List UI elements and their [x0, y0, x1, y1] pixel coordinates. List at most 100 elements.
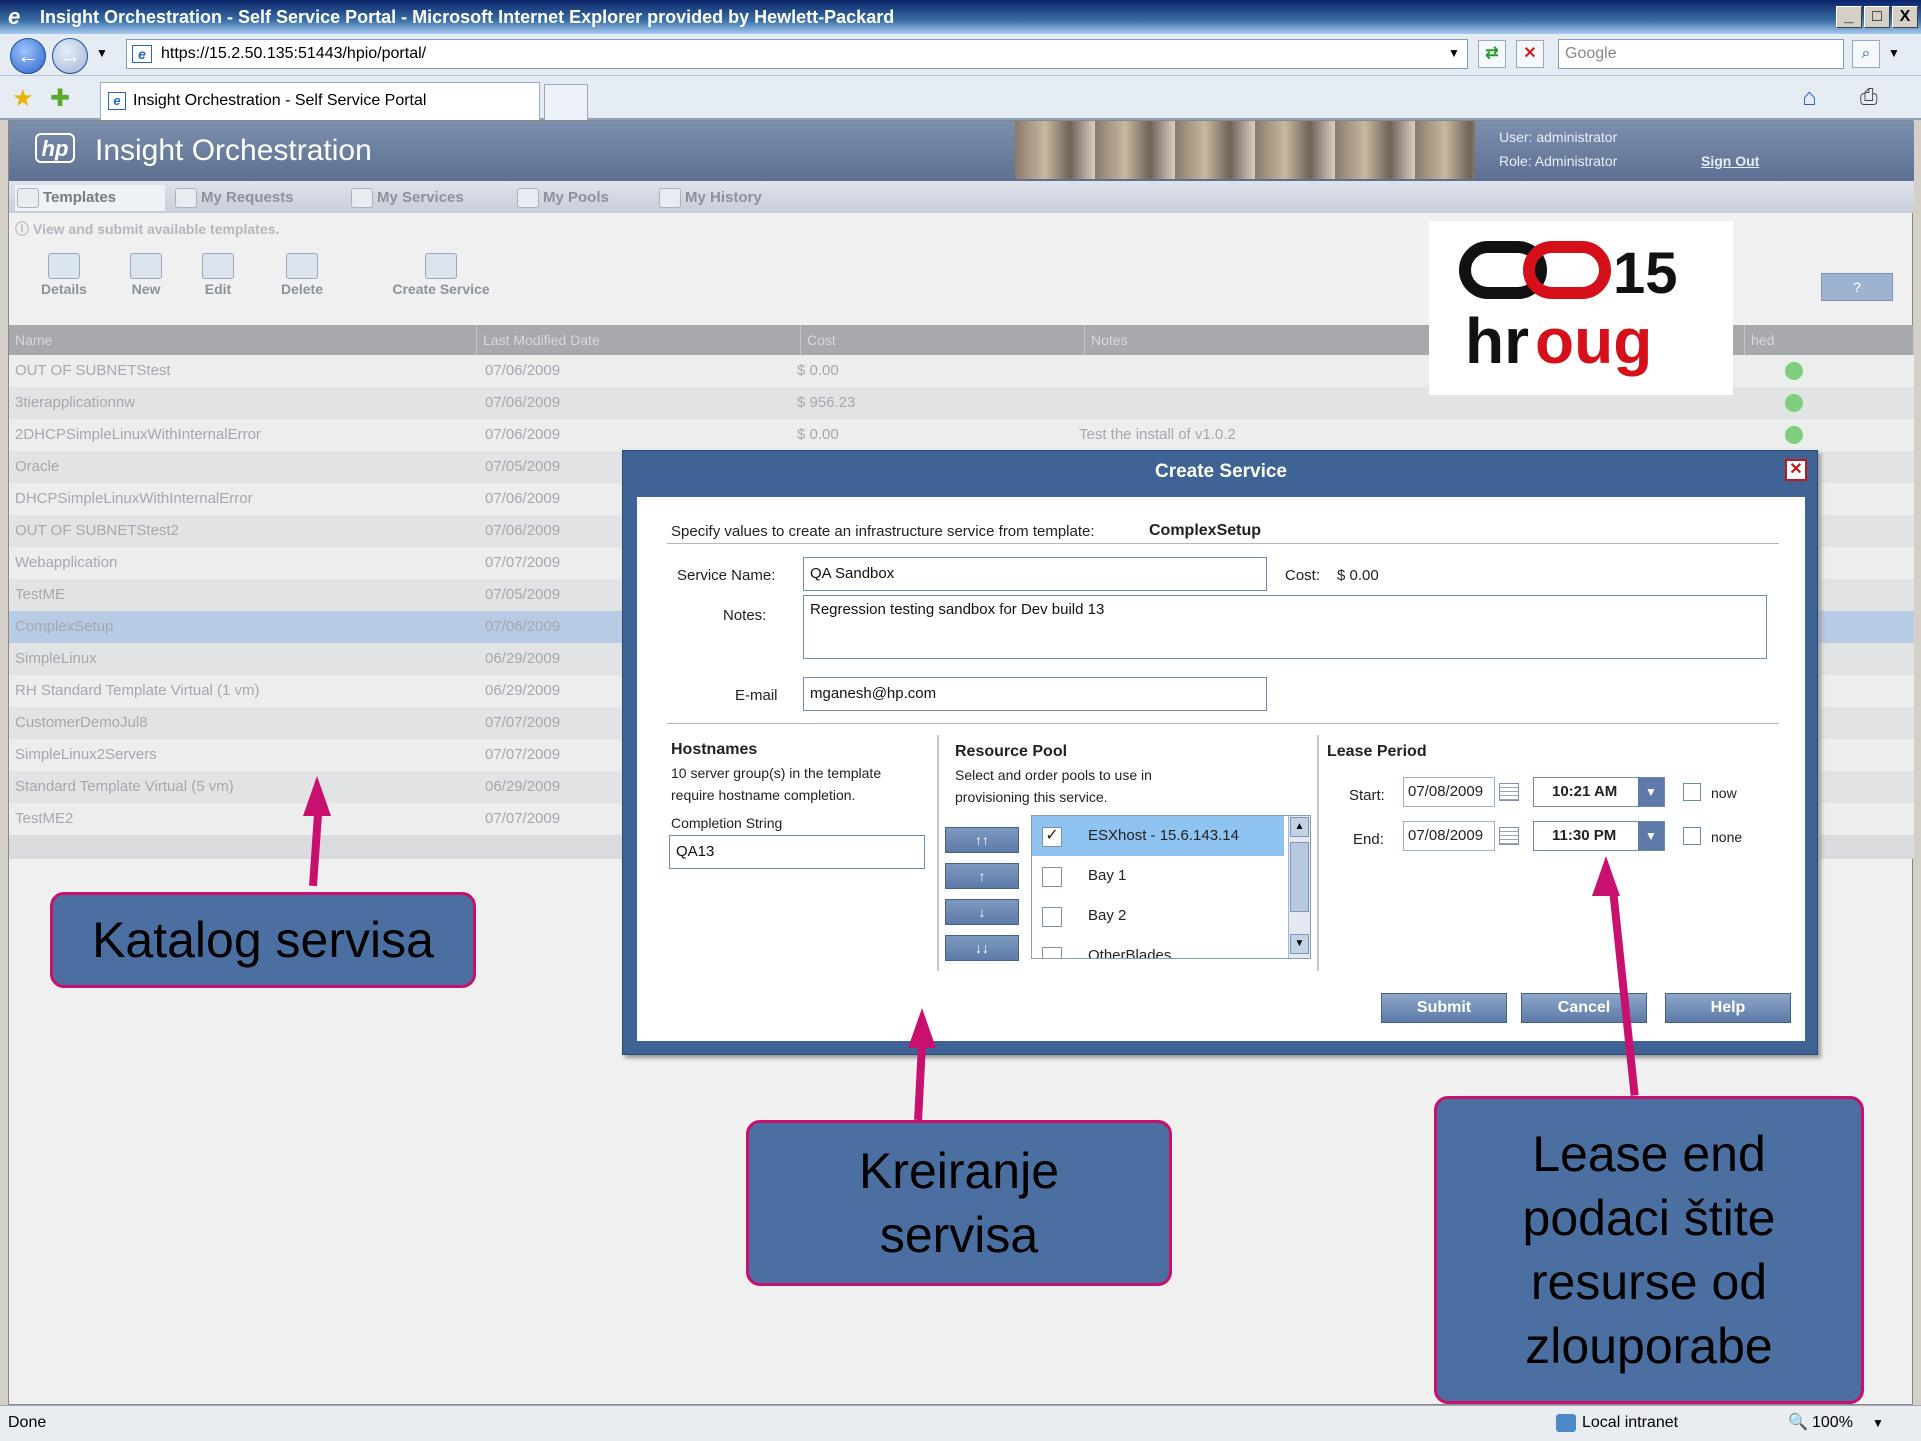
cell-name: SimpleLinux2Servers	[15, 746, 157, 763]
tab-my-pools[interactable]: My Pools	[515, 185, 609, 211]
scroll-up-icon[interactable]: ▲	[1290, 817, 1309, 837]
stop-icon[interactable]: ✕	[1516, 40, 1544, 68]
home-icon[interactable]: ⌂	[1802, 84, 1817, 112]
pool-item[interactable]: ✓ ESXhost - 15.6.143.14	[1032, 816, 1284, 856]
col-last-modified[interactable]: Last Modified Date	[477, 325, 801, 355]
details-button[interactable]: Details	[29, 253, 99, 297]
calendar-icon[interactable]	[1499, 827, 1519, 845]
forward-button[interactable]: →	[52, 38, 88, 74]
pool-checkbox[interactable]	[1042, 907, 1062, 927]
dialog-close-icon[interactable]: ✕	[1785, 459, 1807, 481]
add-favorite-icon[interactable]: ✚	[50, 84, 70, 113]
hostnames-text-1: 10 server group(s) in the template	[671, 765, 882, 781]
cell-date: 07/06/2009	[485, 618, 561, 635]
maximize-button[interactable]: □	[1864, 6, 1890, 28]
pool-checkbox[interactable]	[1042, 947, 1062, 958]
back-button[interactable]: ←	[10, 38, 46, 74]
service-name-input[interactable]: QA Sandbox	[803, 557, 1267, 591]
pool-item[interactable]: OtherBlades	[1032, 936, 1284, 958]
portal-help-button[interactable]: ?	[1821, 273, 1893, 301]
move-top-button[interactable]: ↑↑	[945, 827, 1019, 853]
notes-textarea[interactable]: Regression testing sandbox for Dev build…	[803, 595, 1767, 659]
scroll-thumb[interactable]	[1290, 842, 1309, 912]
edit-button[interactable]: Edit	[183, 253, 253, 297]
search-icon[interactable]: ⌕	[1852, 40, 1880, 68]
table-row[interactable]: 2DHCPSimpleLinuxWithInternalError 07/06/2…	[9, 419, 1914, 451]
help-button[interactable]: Help	[1665, 993, 1791, 1023]
zoom-dropdown-icon[interactable]: ▼	[1872, 1406, 1884, 1440]
now-checkbox[interactable]	[1683, 783, 1701, 801]
tab-my-history[interactable]: My History	[657, 185, 762, 211]
col-cost[interactable]: Cost	[801, 325, 1085, 355]
submit-button[interactable]: Submit	[1381, 993, 1507, 1023]
sign-out-link[interactable]: Sign Out	[1701, 153, 1759, 169]
chevron-down-icon[interactable]: ▼	[1638, 822, 1664, 850]
start-time-select[interactable]: 10:21 AM ▼	[1533, 777, 1665, 807]
svg-text:hr: hr	[1465, 305, 1529, 377]
pool-checkbox[interactable]	[1042, 867, 1062, 887]
minimize-button[interactable]: _	[1836, 6, 1862, 28]
col-published[interactable]: hed	[1745, 325, 1914, 355]
delete-button[interactable]: Delete	[267, 253, 337, 297]
new-tab-button[interactable]	[544, 84, 588, 120]
tab-portal[interactable]: Insight Orchestration - Self Service Por…	[100, 82, 540, 120]
search-options-icon[interactable]: ▼	[1888, 46, 1900, 60]
address-toolbar: ← → ▼ https://15.2.50.135:51443/hpio/por…	[0, 34, 1921, 76]
callout-catalog: Katalog servisa	[50, 892, 476, 988]
portal-nav: Templates My Requests My Services My Poo…	[9, 181, 1914, 213]
pool-item[interactable]: Bay 1	[1032, 856, 1284, 896]
close-window-button[interactable]: X	[1892, 6, 1918, 28]
cell-name: CustomerDemoJul8	[15, 714, 148, 731]
refresh-icon[interactable]: ⇄	[1478, 40, 1506, 68]
col-name[interactable]: Name	[9, 325, 477, 355]
templates-info: ⓘ View and submit available templates.	[15, 221, 280, 237]
resource-pool-text-1: Select and order pools to use in	[955, 767, 1152, 783]
callout-create: Kreiranje servisa	[746, 1120, 1172, 1286]
ie-logo-icon: e	[8, 4, 21, 29]
tab-my-requests[interactable]: My Requests	[173, 185, 294, 211]
move-bottom-button[interactable]: ↓↓	[945, 935, 1019, 961]
arrow-create-head	[908, 1008, 936, 1048]
hostnames-heading: Hostnames	[671, 741, 758, 758]
cell-date: 07/05/2009	[485, 458, 561, 475]
role-label: Role: Administrator	[1499, 153, 1618, 169]
published-check-icon	[1785, 394, 1803, 412]
pool-checkbox[interactable]: ✓	[1042, 827, 1062, 847]
scroll-down-icon[interactable]: ▼	[1290, 934, 1309, 954]
pool-item[interactable]: Bay 2	[1032, 896, 1284, 936]
cell-date: 06/29/2009	[485, 650, 561, 667]
hostnames-text-2: require hostname completion.	[671, 787, 856, 803]
tab-templates[interactable]: Templates	[15, 185, 165, 211]
calendar-icon[interactable]	[1499, 783, 1519, 801]
completion-input[interactable]: QA13	[669, 835, 925, 869]
move-up-button[interactable]: ↑	[945, 863, 1019, 889]
new-button[interactable]: New	[111, 253, 181, 297]
none-checkbox[interactable]	[1683, 827, 1701, 845]
search-input[interactable]: Google	[1558, 39, 1844, 69]
end-time-select[interactable]: 11:30 PM ▼	[1533, 821, 1665, 851]
hroug-logo: 15 hr oug	[1429, 221, 1733, 395]
cell-name: TestME	[15, 586, 66, 603]
pool-list: ✓ ESXhost - 15.6.143.14 Bay 1 Bay 2 OtherBla…	[1031, 815, 1311, 959]
zoom-level[interactable]: 100%	[1812, 1406, 1853, 1440]
email-input[interactable]: mganesh@hp.com	[803, 677, 1267, 711]
address-dropdown-icon[interactable]: ▼	[1448, 46, 1460, 60]
address-bar[interactable]: https://15.2.50.135:51443/hpio/portal/	[126, 39, 1468, 69]
zoom-icon[interactable]: 🔍	[1788, 1406, 1808, 1440]
pool-scrollbar[interactable]: ▲ ▼	[1288, 816, 1310, 958]
published-check-icon	[1785, 362, 1803, 380]
create-service-button[interactable]: Create Service	[371, 253, 511, 297]
tab-page-icon: e	[108, 92, 126, 110]
tab-my-services[interactable]: My Services	[349, 185, 464, 211]
end-date-input[interactable]: 07/08/2009	[1403, 821, 1495, 851]
print-icon[interactable]: ⎙	[1860, 84, 1878, 110]
favorites-star-icon[interactable]: ★	[12, 84, 34, 113]
start-date-input[interactable]: 07/08/2009	[1403, 777, 1495, 807]
divider	[1317, 735, 1319, 971]
dialog-title: Create Service	[1154, 461, 1288, 482]
history-dropdown-icon[interactable]: ▼	[96, 46, 108, 60]
chevron-down-icon[interactable]: ▼	[1638, 778, 1664, 806]
move-down-button[interactable]: ↓	[945, 899, 1019, 925]
now-label: now	[1711, 785, 1737, 801]
service-name-label: Service Name:	[677, 567, 776, 584]
